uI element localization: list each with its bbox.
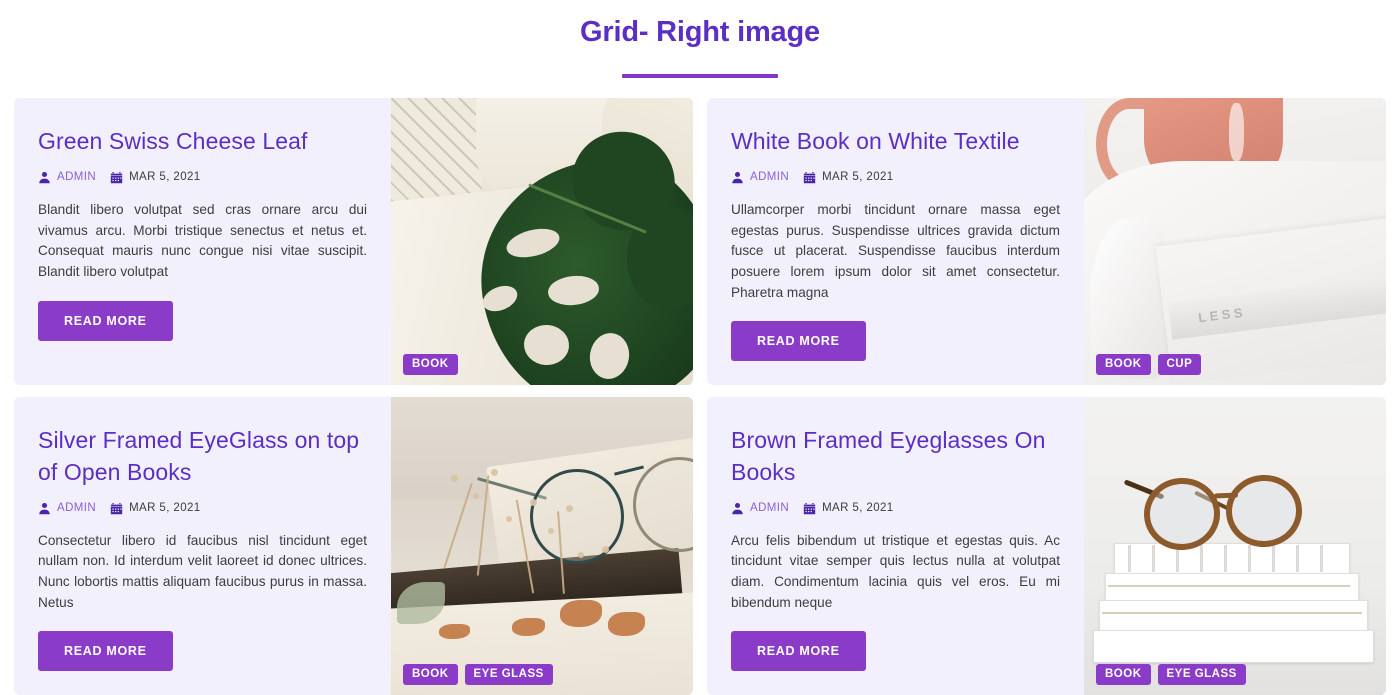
post-author[interactable]: ADMIN [750, 171, 789, 183]
post-date: MAR 5, 2021 [822, 171, 894, 184]
tag-row: BOOK EYE GLASS [1096, 663, 1246, 686]
post-image[interactable]: BOOK [391, 97, 693, 386]
user-icon [38, 171, 51, 184]
post-card-body: Green Swiss Cheese Leaf ADMIN MAR 5, 202… [14, 98, 391, 386]
tag-row: BOOK EYE GLASS [403, 663, 553, 686]
tag-chip[interactable]: BOOK [1096, 353, 1151, 376]
post-excerpt: Consectetur libero id faucibus nisl tinc… [38, 532, 367, 610]
post-date-group: MAR 5, 2021 [803, 502, 894, 515]
post-author[interactable]: ADMIN [57, 171, 96, 183]
read-more-button[interactable]: READ MORE [38, 631, 173, 672]
mug-book-photo: LESS [1084, 97, 1386, 386]
post-card[interactable]: White Book on White Textile ADMIN MAR 5,… [707, 97, 1386, 386]
post-meta: ADMIN MAR 5, 2021 [731, 502, 1060, 515]
post-card[interactable]: Silver Framed EyeGlass on top of Open Bo… [14, 397, 693, 695]
read-more-button[interactable]: READ MORE [731, 321, 866, 362]
post-card[interactable]: Green Swiss Cheese Leaf ADMIN MAR 5, 202… [14, 97, 693, 386]
page-header: Grid- Right image [0, 0, 1400, 78]
tag-chip[interactable]: BOOK [403, 663, 458, 686]
post-author-group: ADMIN [38, 171, 96, 184]
post-date-group: MAR 5, 2021 [110, 502, 201, 515]
post-author-group: ADMIN [38, 502, 96, 515]
page-root: Grid- Right image Green Swiss Cheese Lea… [0, 0, 1400, 695]
tag-chip[interactable]: BOOK [403, 353, 458, 376]
post-excerpt: Blandit libero volutpat sed cras ornare … [38, 201, 367, 279]
read-more-button[interactable]: READ MORE [38, 300, 173, 341]
post-card[interactable]: Brown Framed Eyeglasses On Books ADMIN M… [707, 397, 1386, 695]
post-card-body: White Book on White Textile ADMIN MAR 5,… [707, 98, 1084, 386]
tag-chip[interactable]: BOOK [1096, 663, 1151, 686]
leaf-photo [391, 97, 693, 386]
brown-glasses-photo [1084, 397, 1386, 695]
post-title[interactable]: Green Swiss Cheese Leaf [38, 126, 367, 157]
post-date-group: MAR 5, 2021 [110, 171, 201, 184]
title-underline [622, 73, 778, 78]
post-author[interactable]: ADMIN [57, 502, 96, 514]
silver-glasses-photo [391, 397, 693, 695]
calendar-icon [803, 502, 816, 515]
post-excerpt: Arcu felis bibendum ut tristique et eges… [731, 532, 1060, 610]
post-author-group: ADMIN [731, 502, 789, 515]
tag-chip[interactable]: EYE GLASS [464, 663, 553, 686]
tag-row: BOOK CUP [1096, 353, 1202, 376]
post-meta: ADMIN MAR 5, 2021 [38, 502, 367, 515]
post-card-body: Brown Framed Eyeglasses On Books ADMIN M… [707, 397, 1084, 695]
post-meta: ADMIN MAR 5, 2021 [38, 171, 367, 184]
post-title[interactable]: White Book on White Textile [731, 126, 1060, 157]
read-more-button[interactable]: READ MORE [731, 631, 866, 672]
post-author[interactable]: ADMIN [750, 502, 789, 514]
calendar-icon [110, 502, 123, 515]
user-icon [731, 502, 744, 515]
post-card-body: Silver Framed EyeGlass on top of Open Bo… [14, 397, 391, 695]
tag-row: BOOK [403, 353, 458, 376]
calendar-icon [803, 171, 816, 184]
post-image[interactable]: LESS BOOK CUP [1084, 97, 1386, 386]
post-excerpt: Ullamcorper morbi tincidunt ornare massa… [731, 201, 1060, 300]
user-icon [731, 171, 744, 184]
user-icon [38, 502, 51, 515]
page-title: Grid- Right image [580, 16, 820, 48]
post-author-group: ADMIN [731, 171, 789, 184]
tag-chip[interactable]: EYE GLASS [1157, 663, 1246, 686]
post-date: MAR 5, 2021 [822, 502, 894, 515]
tag-chip[interactable]: CUP [1157, 353, 1202, 376]
post-image[interactable]: BOOK EYE GLASS [391, 397, 693, 695]
post-image[interactable]: BOOK EYE GLASS [1084, 397, 1386, 695]
post-date: MAR 5, 2021 [129, 502, 201, 515]
post-meta: ADMIN MAR 5, 2021 [731, 171, 1060, 184]
calendar-icon [110, 171, 123, 184]
post-title[interactable]: Silver Framed EyeGlass on top of Open Bo… [38, 425, 367, 488]
post-date: MAR 5, 2021 [129, 171, 201, 184]
post-date-group: MAR 5, 2021 [803, 171, 894, 184]
post-grid: Green Swiss Cheese Leaf ADMIN MAR 5, 202… [14, 97, 1386, 695]
post-title[interactable]: Brown Framed Eyeglasses On Books [731, 425, 1060, 488]
